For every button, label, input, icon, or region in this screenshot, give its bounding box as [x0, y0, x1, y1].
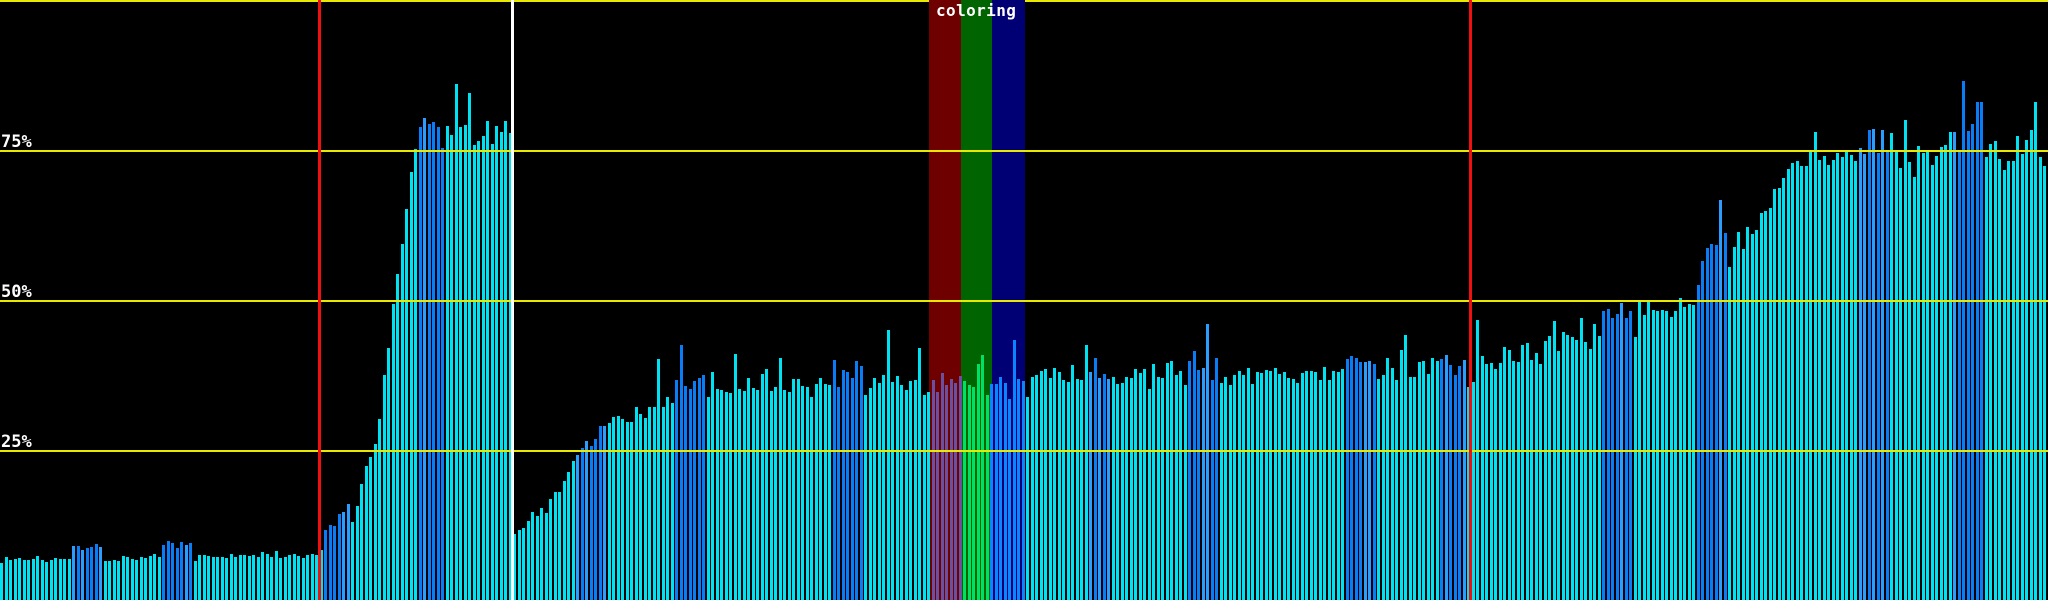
histogram-chart: 75% 50% 25% coloring: [0, 0, 2048, 600]
text-layer: coloring: [0, 0, 2048, 600]
coloring-label: coloring: [936, 1, 1017, 20]
